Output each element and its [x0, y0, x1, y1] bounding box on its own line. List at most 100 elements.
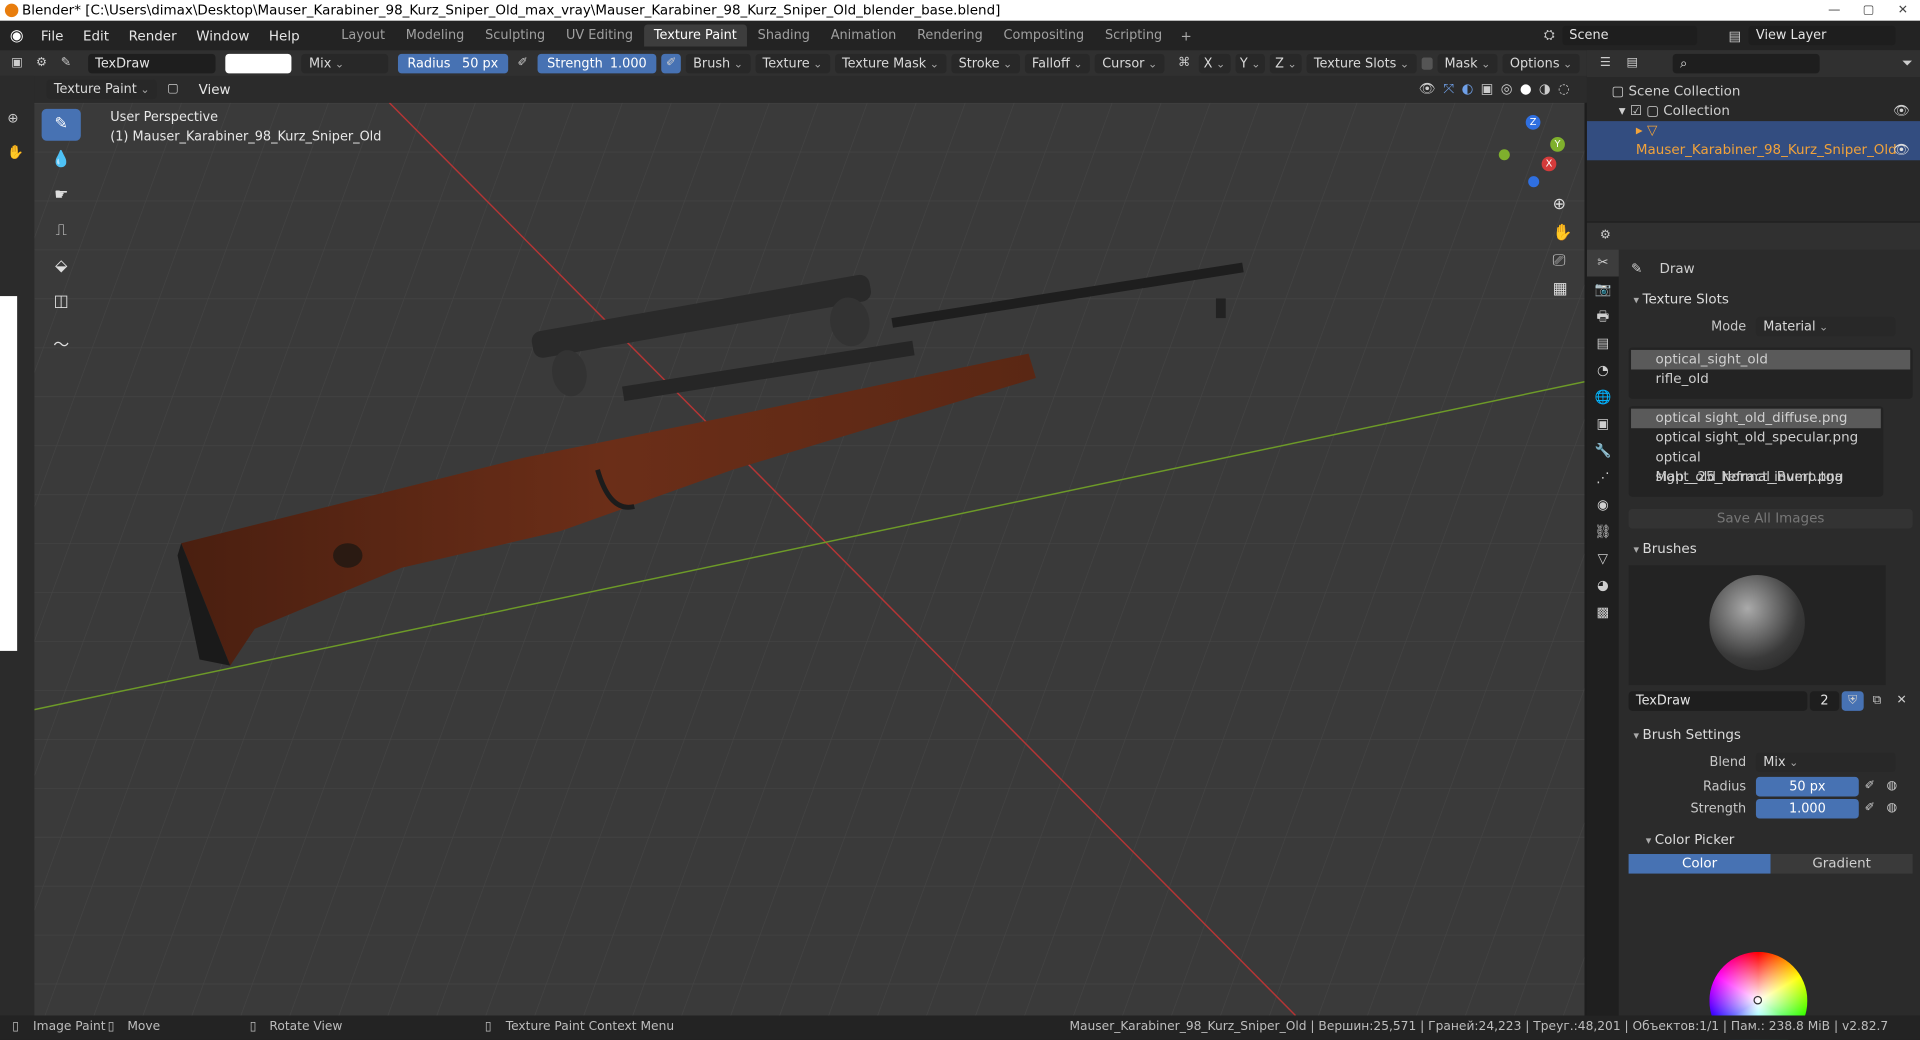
y-axis-icon[interactable]: Y [1550, 137, 1565, 152]
unlink-brush-icon[interactable]: ✕ [1891, 691, 1913, 711]
radius-slider[interactable]: 50 px [1755, 776, 1859, 797]
blender-menu-icon[interactable]: ◉ [0, 26, 31, 44]
outliner-search-input[interactable]: ⌕ [1672, 53, 1820, 74]
texture-mask-menu[interactable]: Texture Mask [834, 53, 947, 74]
shading-rendered-icon[interactable]: ◌ [1558, 81, 1570, 98]
tab-scripting[interactable]: Scripting [1095, 24, 1172, 46]
annotate-tool-icon[interactable]: 〜 [42, 330, 81, 362]
editor-type-icon[interactable]: ▣ [7, 54, 26, 74]
view-layer-tab-icon[interactable]: ▤ [1587, 330, 1619, 357]
brush-name-field[interactable]: TexDraw [87, 53, 216, 74]
texture-slots-panel-header[interactable]: Texture Slots [1621, 286, 1920, 313]
checkbox-icon[interactable]: ☑ [1630, 103, 1642, 119]
tab-layout[interactable]: Layout [331, 24, 394, 46]
texture-tab-icon[interactable]: ▩ [1587, 600, 1619, 627]
overlay-icon[interactable]: ◐ [1461, 81, 1473, 98]
stroke-menu[interactable]: Stroke [951, 53, 1020, 74]
object-tab-icon[interactable]: ▣ [1587, 411, 1619, 438]
tool-tab-icon[interactable]: ✂ [1586, 249, 1619, 277]
constraints-tab-icon[interactable]: ⛓ [1587, 519, 1619, 546]
menu-window[interactable]: Window [186, 28, 259, 44]
image-item[interactable]: optical sight_old_diffuse.png [1631, 408, 1881, 429]
gizmo-icon[interactable]: ⤧ [1443, 81, 1454, 98]
data-tab-icon[interactable]: ▽ [1587, 546, 1619, 573]
shading-solid-icon[interactable]: ● [1520, 81, 1532, 98]
draw-tool-icon[interactable]: ✎ [41, 108, 81, 141]
texture-slots-menu[interactable]: Texture Slots [1306, 53, 1417, 74]
ortho-toggle-icon[interactable]: ▦ [1553, 280, 1573, 298]
strength-unit-icon[interactable]: ◍ [1881, 799, 1903, 819]
tab-sculpting[interactable]: Sculpting [475, 24, 555, 46]
maximize-icon[interactable]: ▢ [1851, 0, 1885, 21]
strength-slider[interactable]: Strength 1.000 [537, 53, 657, 74]
tab-shading[interactable]: Shading [748, 24, 820, 46]
cursor-menu[interactable]: Cursor [1094, 53, 1165, 74]
view-layer-icon[interactable]: ▤ [1728, 28, 1741, 44]
material-tab-icon[interactable]: ◕ [1587, 573, 1619, 600]
strength-slider[interactable]: 1.000 [1755, 798, 1859, 819]
hand-icon[interactable]: ✋ [7, 144, 24, 160]
render-tab-icon[interactable]: 📷 [1587, 277, 1619, 304]
tab-animation[interactable]: Animation [821, 24, 906, 46]
tab-rendering[interactable]: Rendering [907, 24, 992, 46]
properties-type-icon[interactable]: ⚙ [1594, 226, 1616, 246]
save-all-images-button[interactable]: Save All Images [1628, 508, 1913, 529]
color-tab[interactable]: Color [1628, 854, 1771, 874]
x-axis-icon[interactable]: X [1541, 156, 1557, 172]
fill-tool-icon[interactable]: ⬙ [42, 251, 81, 283]
tool-settings-icon[interactable]: ⚙ [32, 54, 51, 74]
brushes-panel-header[interactable]: Brushes [1621, 536, 1920, 563]
scene-icon[interactable]: ⛭ [1544, 27, 1555, 44]
tab-compositing[interactable]: Compositing [994, 24, 1094, 46]
mode-dropdown[interactable]: Texture Paint [46, 79, 157, 100]
blend-dropdown[interactable]: Mix [301, 53, 388, 74]
world-tab-icon[interactable]: 🌐 [1587, 384, 1619, 411]
smear-tool-icon[interactable]: ☛ [42, 180, 81, 212]
add-workspace-icon[interactable]: + [1173, 28, 1199, 44]
mask-mode-icon[interactable]: ▢ [162, 80, 184, 100]
fake-user-icon[interactable]: ⛨ [1841, 691, 1864, 711]
menu-file[interactable]: File [31, 28, 73, 44]
shading-wireframe-icon[interactable]: ◎ [1501, 81, 1513, 98]
brush-settings-panel-header[interactable]: Brush Settings [1621, 722, 1920, 749]
menu-render[interactable]: Render [119, 28, 187, 44]
outliner-type-icon[interactable]: ☰ [1594, 54, 1616, 74]
menu-edit[interactable]: Edit [73, 28, 119, 44]
menu-help[interactable]: Help [259, 28, 309, 44]
outliner-collection[interactable]: ▾ ☑ ▢ Collection 👁 [1611, 102, 1920, 122]
xray-icon[interactable]: ▣ [1481, 81, 1494, 98]
particles-tab-icon[interactable]: ⋰ [1587, 465, 1619, 492]
radius-slider[interactable]: Radius 50 px [397, 53, 509, 74]
minimize-icon[interactable]: — [1817, 0, 1851, 21]
brush-color-swatch[interactable] [224, 53, 292, 74]
clone-tool-icon[interactable]: ⎍ [42, 215, 81, 247]
material-item[interactable]: rifle_old [1631, 369, 1910, 389]
duplicate-brush-icon[interactable]: ⧉ [1866, 691, 1888, 711]
mirror-y-toggle[interactable]: Y [1234, 53, 1266, 74]
shading-material-icon[interactable]: ◑ [1539, 81, 1551, 98]
modifier-tab-icon[interactable]: 🔧 [1587, 438, 1619, 465]
neg-z-axis-icon[interactable] [1528, 176, 1540, 188]
view-menu[interactable]: View [189, 81, 241, 97]
strength-pressure-icon[interactable]: ✐ [1859, 799, 1881, 819]
close-icon[interactable]: ✕ [1886, 0, 1920, 21]
radius-pressure-icon[interactable]: ✐ [1859, 777, 1881, 797]
outliner-scene-collection[interactable]: ▢ Scene Collection [1611, 82, 1920, 102]
3d-viewport[interactable]: User Perspective (1) Mauser_Karabiner_98… [34, 102, 1585, 1016]
blend-dropdown[interactable]: Mix [1755, 752, 1896, 773]
material-item[interactable]: optical_sight_old [1631, 349, 1911, 370]
options-menu[interactable]: Options [1502, 53, 1580, 74]
scene-field[interactable]: Scene [1561, 25, 1697, 46]
strength-pressure-icon[interactable]: ✐ [661, 53, 681, 74]
visibility-icon[interactable]: 👁 [1419, 81, 1436, 98]
brush-name-field[interactable]: TexDraw [1628, 691, 1808, 711]
mirror-x-toggle[interactable]: X [1198, 53, 1231, 74]
brush-icon[interactable]: ✎ [56, 54, 75, 74]
outliner-object-row[interactable]: ▸ ▽ Mauser_Karabiner_98_Kurz_Sniper_Old 👁 [1586, 121, 1920, 161]
mask-tool-icon[interactable]: ◫ [42, 286, 81, 318]
image-item[interactable]: optical sight_old_refract_invert.png [1631, 448, 1881, 484]
mode-dropdown[interactable]: Material [1755, 316, 1896, 337]
tab-texture-paint[interactable]: Texture Paint [644, 24, 747, 47]
tab-modeling[interactable]: Modeling [396, 24, 474, 46]
scene-tab-icon[interactable]: ◔ [1587, 357, 1619, 384]
